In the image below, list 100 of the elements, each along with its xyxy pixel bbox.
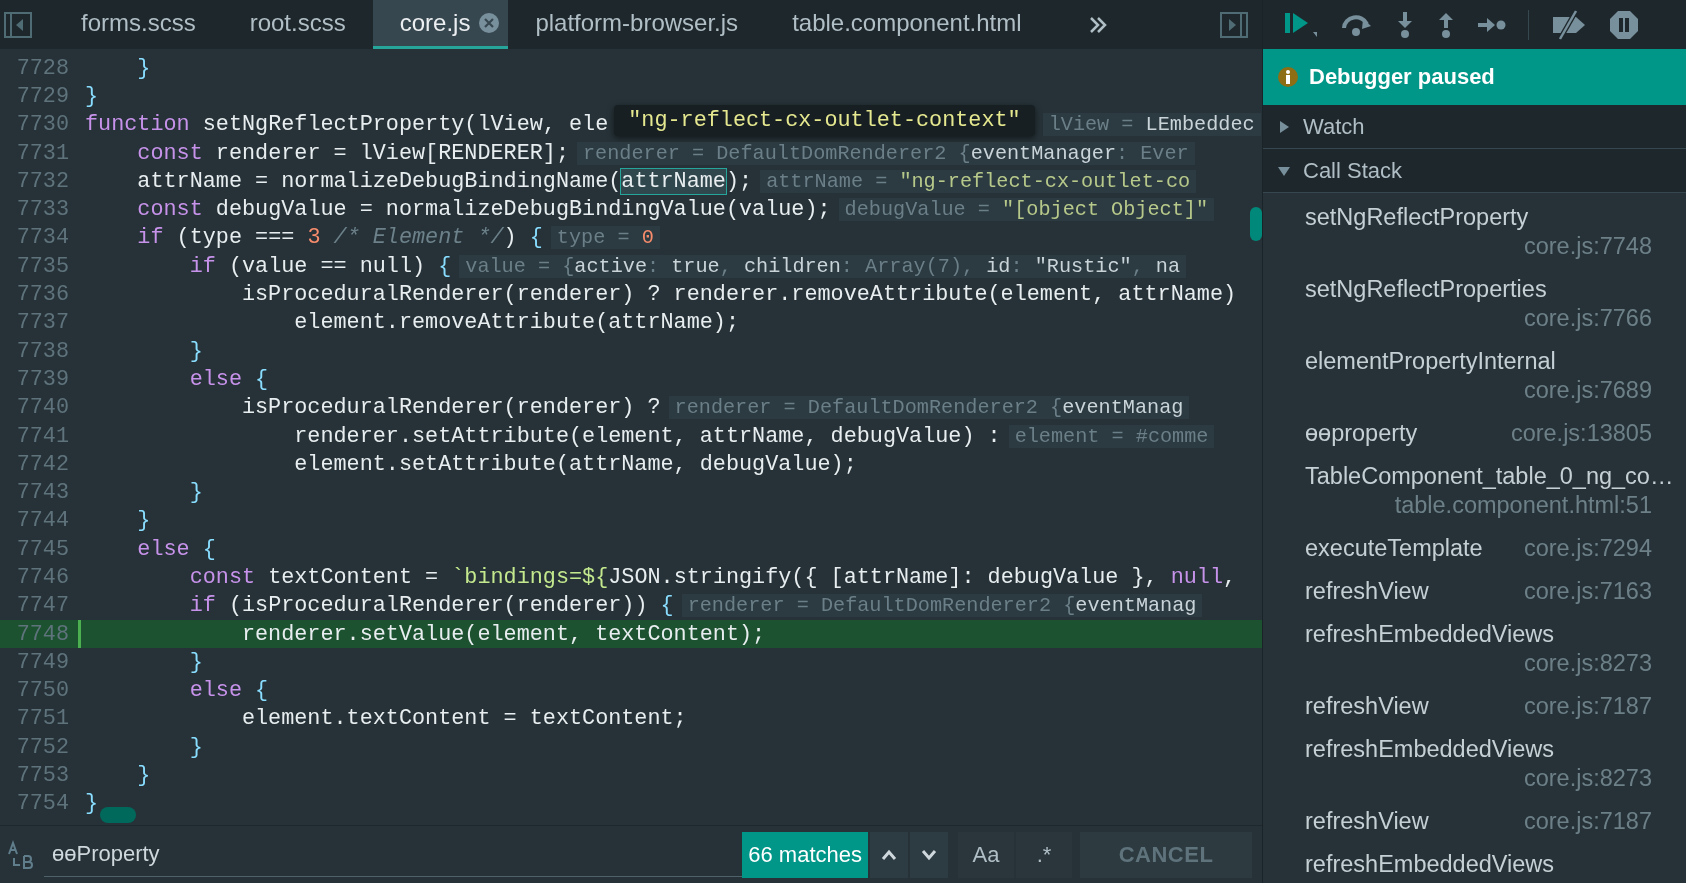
inline-value-hint: debugValue = "[object Object]" bbox=[838, 198, 1215, 222]
stack-frame-name[interactable]: setNgReflectProperties bbox=[1305, 275, 1547, 304]
line-number: 7731 bbox=[15, 140, 69, 166]
collapsed-triangle-icon[interactable] bbox=[1277, 119, 1291, 134]
code-line: } bbox=[136, 508, 151, 534]
code-line: attrName = normalizeDebugBindingName(attrName); bbox=[136, 168, 753, 194]
sidebar-toggle-icon[interactable] bbox=[1220, 11, 1248, 38]
line-number: 7752 bbox=[15, 734, 69, 760]
chevron-up-icon bbox=[881, 848, 897, 861]
stack-frame-name[interactable]: refreshEmbeddedViews bbox=[1305, 735, 1555, 764]
section-header[interactable]: Watch bbox=[1263, 105, 1686, 149]
line-number: 7730 bbox=[15, 112, 69, 138]
section-header[interactable]: Call Stack bbox=[1263, 149, 1686, 193]
replace-toggle-icon[interactable] bbox=[6, 839, 36, 870]
previous-match-button[interactable] bbox=[870, 831, 908, 878]
code-line: if (isProceduralRenderer(renderer)) { bbox=[188, 593, 674, 619]
inline-value-hint: type = 0 bbox=[550, 226, 660, 250]
code-line: if (type === 3 /* Element */) { bbox=[136, 225, 543, 251]
code-line: else { bbox=[136, 536, 216, 562]
code-line: } bbox=[136, 763, 151, 789]
stack-frame-name[interactable]: refreshEmbeddedViews bbox=[1305, 850, 1555, 879]
file-tab[interactable]: forms.scss bbox=[54, 0, 223, 49]
line-number: 7743 bbox=[15, 480, 69, 506]
code-line: isProceduralRenderer(renderer) ? bbox=[240, 395, 661, 421]
info-icon bbox=[1277, 66, 1299, 88]
line-number: 7733 bbox=[15, 197, 69, 223]
line-number: 7745 bbox=[15, 536, 69, 562]
file-tab[interactable]: table.component.html bbox=[765, 0, 1049, 49]
line-number: 7746 bbox=[15, 565, 69, 590]
inline-value-hint: renderer = DefaultDomRenderer2 {eventManag bbox=[668, 396, 1190, 420]
code-line: else { bbox=[188, 678, 269, 704]
stack-frame-name[interactable]: TableComponent_table_0_ng_co… bbox=[1305, 462, 1674, 491]
regex-button[interactable]: .* bbox=[1016, 831, 1072, 878]
stack-frame-name[interactable]: ɵɵproperty bbox=[1305, 419, 1418, 448]
line-number: 7744 bbox=[15, 508, 69, 534]
code-line: const renderer = lView[RENDERER]; bbox=[136, 140, 569, 166]
inline-value-hint: element = #comme bbox=[1008, 424, 1215, 448]
code-line: } bbox=[85, 83, 99, 109]
line-number: 7736 bbox=[15, 282, 69, 307]
section-title: Watch bbox=[1303, 113, 1365, 140]
code-line: if (value == null) { bbox=[188, 253, 452, 279]
inline-value-hint: lView = LEmbeddec bbox=[1042, 113, 1261, 137]
stack-frame-name[interactable]: elementPropertyInternal bbox=[1305, 347, 1556, 376]
line-number: 7742 bbox=[15, 451, 69, 477]
line-number: 7747 bbox=[15, 593, 69, 619]
stack-frame-name[interactable]: executeTemplate bbox=[1305, 534, 1483, 563]
line-number: 7728 bbox=[15, 55, 69, 81]
line-number: 7737 bbox=[15, 310, 69, 336]
stack-frame-name[interactable]: refreshView bbox=[1305, 692, 1429, 721]
code-line: } bbox=[188, 649, 203, 675]
line-number: 7750 bbox=[15, 678, 69, 704]
inline-value-hint: value = {active: true, children: Array(7), id: "Rustic", na bbox=[459, 254, 1187, 278]
line-number: 7740 bbox=[15, 395, 69, 421]
code-line: renderer.setAttribute(element, attrName, debugValue) : bbox=[293, 423, 1001, 449]
line-number: 7739 bbox=[15, 366, 69, 392]
scrollbar-thumb[interactable] bbox=[1250, 207, 1262, 241]
code-line: function setNgReflectProperty(lView, ele bbox=[85, 112, 609, 138]
line-number: 7748 bbox=[15, 621, 69, 647]
next-match-button[interactable] bbox=[910, 831, 948, 878]
line-number: 7735 bbox=[15, 253, 69, 279]
pause-icon[interactable] bbox=[1609, 9, 1639, 40]
close-icon[interactable] bbox=[478, 12, 501, 34]
code-line: element.textContent = textContent; bbox=[240, 706, 687, 732]
stack-frame-name[interactable]: refreshView bbox=[1305, 807, 1429, 836]
code-line: } bbox=[136, 55, 151, 81]
value-tooltip: "ng-reflect-cx-outlet-context" bbox=[614, 105, 1035, 137]
code-line: element.removeAttribute(attrName); bbox=[293, 310, 739, 336]
chevron-down-icon bbox=[921, 848, 937, 861]
code-line: const textContent = `bindings=${JSON.stringify({ [attrName]: debugValue }, null, bbox=[188, 565, 1237, 590]
stack-frame-name[interactable]: setNgReflectProperty bbox=[1305, 203, 1529, 232]
code-line: const debugValue = normalizeDebugBindingValue(value); bbox=[136, 197, 831, 223]
code-line: } bbox=[188, 480, 203, 506]
sidebar-toggle-icon[interactable] bbox=[4, 11, 32, 38]
code-line: else { bbox=[188, 366, 269, 392]
code-line: } bbox=[85, 791, 99, 817]
line-number: 7753 bbox=[15, 763, 69, 789]
code-line: element.setAttribute(attrName, debugValue); bbox=[293, 451, 857, 477]
inline-value-hint: renderer = DefaultDomRenderer2 {eventManager: Ever bbox=[577, 141, 1195, 165]
double-chevron-icon[interactable] bbox=[1088, 15, 1107, 34]
inline-value-hint: attrName = "ng-reflect-cx-outlet-co bbox=[760, 169, 1197, 193]
file-tab[interactable]: root.scss bbox=[222, 0, 373, 49]
code-line: } bbox=[188, 338, 203, 364]
match-count: 66 matches bbox=[742, 831, 868, 878]
scrollbar-thumb[interactable] bbox=[100, 807, 136, 823]
stack-frame-name[interactable]: refreshView bbox=[1305, 577, 1429, 606]
line-number: 7729 bbox=[15, 83, 69, 109]
section-title: Call Stack bbox=[1303, 157, 1403, 184]
line-number: 7751 bbox=[15, 706, 69, 732]
status-text: Debugger paused bbox=[1309, 64, 1495, 90]
stack-frame-name[interactable]: refreshEmbeddedViews bbox=[1305, 620, 1555, 649]
code-line: } bbox=[188, 734, 203, 760]
code-line: isProceduralRenderer(renderer) ? renderer.removeAttribute(element, attrName) bbox=[240, 282, 1237, 307]
code-line: renderer.setValue(element, textContent); bbox=[240, 621, 766, 647]
line-number: 7732 bbox=[15, 168, 69, 194]
file-tab[interactable]: core.js bbox=[372, 0, 509, 49]
match-case-button[interactable]: Aa bbox=[958, 831, 1014, 878]
line-number: 7749 bbox=[15, 649, 69, 675]
current-line-marker bbox=[78, 619, 81, 649]
line-number: 7734 bbox=[15, 225, 69, 251]
file-tab[interactable]: platform-browser.js bbox=[508, 0, 766, 49]
